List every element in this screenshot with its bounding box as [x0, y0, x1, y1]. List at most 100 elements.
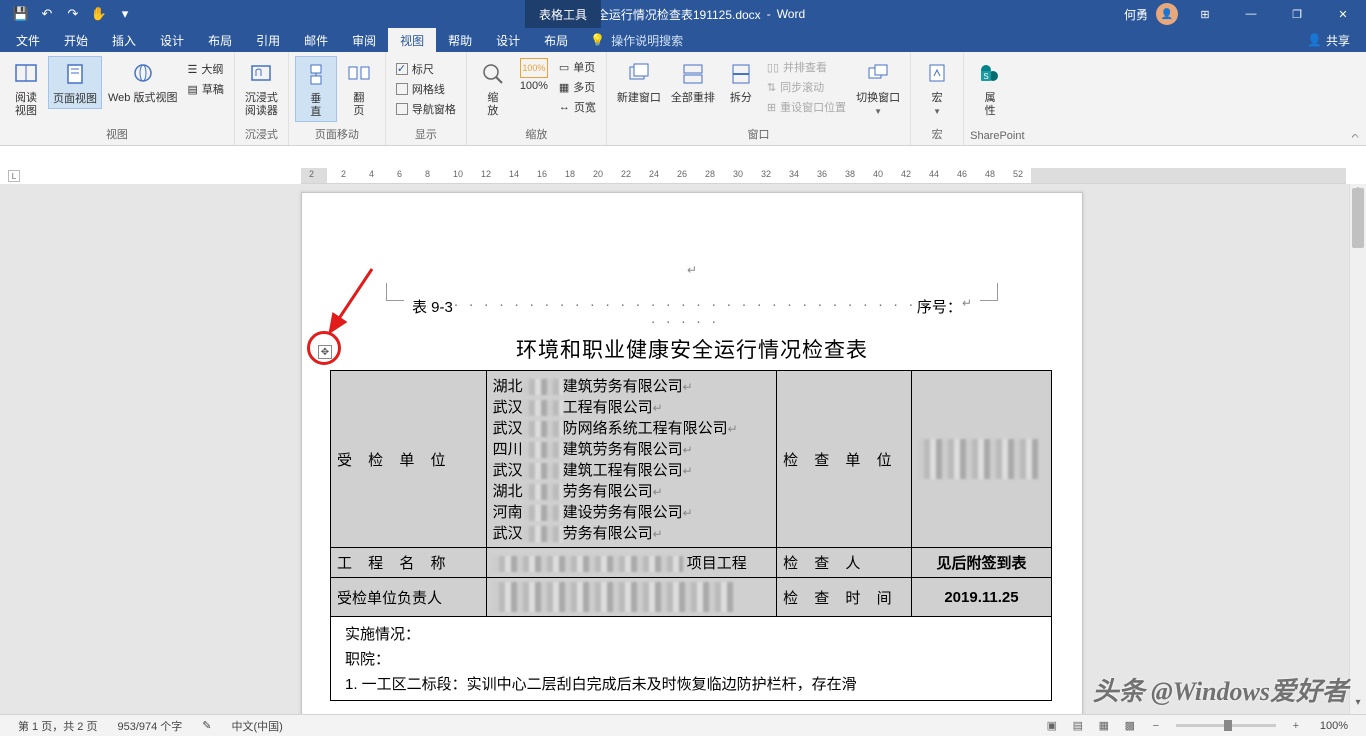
print-layout-icon [59, 59, 91, 91]
tab-mailings[interactable]: 邮件 [292, 28, 340, 52]
tab-home[interactable]: 开始 [52, 28, 100, 52]
group-zoom-label: 缩放 [473, 124, 600, 145]
one-page-button[interactable]: ▭单页 [555, 58, 600, 76]
save-button[interactable]: 💾 [8, 2, 34, 26]
side-to-side-button[interactable]: 翻 页 [339, 56, 379, 120]
share-button[interactable]: 👤 共享 [1295, 32, 1362, 49]
arrange-all-button[interactable]: 全部重排 [667, 56, 719, 107]
word-count[interactable]: 953/974 个字 [107, 718, 192, 734]
cell-project-value: 项目工程 [486, 548, 776, 578]
qat-more-button[interactable]: ▾ [112, 2, 138, 26]
sync-icon: ⇅ [767, 81, 776, 94]
switch-icon [862, 58, 894, 90]
tab-help[interactable]: 帮助 [436, 28, 484, 52]
zoom-out-button[interactable]: − [1144, 717, 1168, 735]
spellcheck-icon[interactable]: ✎ [192, 719, 221, 732]
language[interactable]: 中文(中国) [222, 718, 293, 734]
zoom-slider[interactable] [1176, 724, 1276, 727]
tab-references[interactable]: 引用 [244, 28, 292, 52]
inspection-table[interactable]: 受 检 单 位 湖北建筑劳务有限公司↵武汉工程有限公司↵武汉防网络系统工程有限公… [330, 370, 1052, 701]
zoom-button[interactable]: 缩 放 [473, 56, 513, 120]
immersive-icon [245, 58, 277, 90]
tab-view[interactable]: 视图 [388, 28, 436, 52]
nav-pane-checkbox[interactable]: 导航窗格 [392, 100, 460, 118]
zoom-in-button[interactable]: + [1284, 717, 1308, 735]
lightbulb-icon: 💡 [590, 33, 605, 47]
group-window: 新建窗口 全部重排 拆分 ▯▯并排查看 ⇅同步滚动 ⊞重设窗口位置 切换窗口 ▼… [607, 52, 911, 145]
new-window-button[interactable]: 新建窗口 [613, 56, 665, 107]
close-button[interactable]: ✕ [1320, 0, 1366, 28]
vertical-scrollbar[interactable]: ▴ ▾ [1349, 184, 1366, 714]
group-macros-label: 宏 [917, 124, 957, 145]
print-layout-button[interactable]: 页面视图 [48, 56, 102, 109]
properties-button[interactable]: S 属 性 [970, 56, 1010, 120]
gridlines-checkbox[interactable]: 网格线 [392, 80, 460, 98]
focus-mode-icon[interactable]: ▣ [1040, 717, 1064, 735]
cell-implementation: 实施情况： 职院： 1. 一工区二标段：实训中心二层刮白完成后未及时恢复临边防护… [331, 617, 1052, 701]
minimize-button[interactable]: — [1228, 0, 1274, 28]
read-mode-button[interactable]: 阅读 视图 [6, 56, 46, 120]
side-by-side-button: ▯▯并排查看 [763, 58, 850, 76]
split-button[interactable]: 拆分 [721, 56, 761, 107]
collapse-ribbon-button[interactable]: ᨈ [1352, 130, 1361, 141]
ribbon-tabs: 文件 开始 插入 设计 布局 引用 邮件 审阅 视图 帮助 设计 布局 💡 操作… [0, 28, 1366, 52]
group-immersive: 沉浸式 阅读器 沉浸式 [235, 52, 289, 145]
contextual-tab-label: 表格工具 [525, 0, 601, 28]
restore-button[interactable]: ❐ [1274, 0, 1320, 28]
cell-checker-value: 见后附签到表 [911, 548, 1051, 578]
tab-file[interactable]: 文件 [4, 28, 52, 52]
vertical-icon [300, 59, 332, 91]
zoom-thumb[interactable] [1224, 720, 1232, 731]
ruler-checkbox[interactable]: 标尺 [392, 60, 460, 78]
tell-me-search[interactable]: 💡 操作说明搜索 [580, 32, 693, 49]
status-bar: 第 1 页，共 2 页 953/974 个字 ✎ 中文(中国) ▣ ▤ ▦ ▩ … [0, 714, 1366, 736]
zoom-percent[interactable]: 100% [1310, 720, 1358, 732]
page[interactable]: ↵ 表 9-3 · · · · · · · · · · · · · · · · … [301, 192, 1083, 714]
web-layout-button[interactable]: Web 版式视图 [104, 56, 181, 107]
cell-unit-list: 湖北建筑劳务有限公司↵武汉工程有限公司↵武汉防网络系统工程有限公司↵四川建筑劳务… [486, 371, 776, 548]
macros-button[interactable]: 宏 ▼ [917, 56, 957, 118]
switch-windows-button[interactable]: 切换窗口 ▼ [852, 56, 904, 118]
tab-review[interactable]: 审阅 [340, 28, 388, 52]
tab-insert[interactable]: 插入 [100, 28, 148, 52]
group-window-label: 窗口 [613, 124, 904, 145]
touch-mode-button[interactable]: ✋ [86, 2, 112, 26]
draft-button[interactable]: ▤草稿 [183, 80, 227, 98]
sharepoint-icon: S [974, 58, 1006, 90]
cell-check-unit-value [911, 371, 1051, 548]
vertical-button[interactable]: 垂 直 [295, 56, 337, 122]
cell-project-label: 工 程 名 称 [331, 548, 487, 578]
scroll-down-icon[interactable]: ▾ [1350, 697, 1366, 714]
tab-layout[interactable]: 布局 [196, 28, 244, 52]
read-mode-icon[interactable]: ▤ [1066, 717, 1090, 735]
group-sharepoint-label: SharePoint [970, 128, 1024, 145]
user-area: 何勇 👤 ⊞ — ❐ ✕ [1116, 0, 1366, 28]
user-avatar[interactable]: 👤 [1156, 3, 1178, 25]
app-name: Word [777, 7, 805, 21]
print-layout-icon[interactable]: ▦ [1092, 717, 1116, 735]
redo-button[interactable]: ↷ [60, 2, 86, 26]
reset-window-button: ⊞重设窗口位置 [763, 98, 850, 116]
hundred-percent-button[interactable]: 100% 100% [515, 56, 553, 95]
ribbon-options-button[interactable]: ⊞ [1182, 0, 1228, 28]
multi-page-button[interactable]: ▦多页 [555, 78, 600, 96]
arrange-icon [677, 58, 709, 90]
immersive-reader-button[interactable]: 沉浸式 阅读器 [241, 56, 282, 120]
read-mode-icon [10, 58, 42, 90]
reset-icon: ⊞ [767, 101, 776, 114]
group-page-movement: 垂 直 翻 页 页面移动 [289, 52, 386, 145]
user-name[interactable]: 何勇 [1116, 6, 1156, 23]
web-layout-icon[interactable]: ▩ [1118, 717, 1142, 735]
page-width-button[interactable]: ↔页宽 [555, 98, 600, 116]
undo-button[interactable]: ↶ [34, 2, 60, 26]
outline-button[interactable]: ☰大纲 [183, 60, 227, 78]
page-count[interactable]: 第 1 页，共 2 页 [8, 718, 107, 734]
new-window-icon [623, 58, 655, 90]
cell-time-value: 2019.11.25 [911, 578, 1051, 617]
scrollbar-thumb[interactable] [1352, 188, 1364, 248]
table-number: 表 9-3 [412, 296, 453, 330]
horizontal-ruler[interactable]: 2 24681012141618202224262830323436384042… [301, 168, 1346, 184]
tab-table-layout[interactable]: 布局 [532, 28, 580, 52]
tab-design[interactable]: 设计 [148, 28, 196, 52]
tab-table-design[interactable]: 设计 [484, 28, 532, 52]
